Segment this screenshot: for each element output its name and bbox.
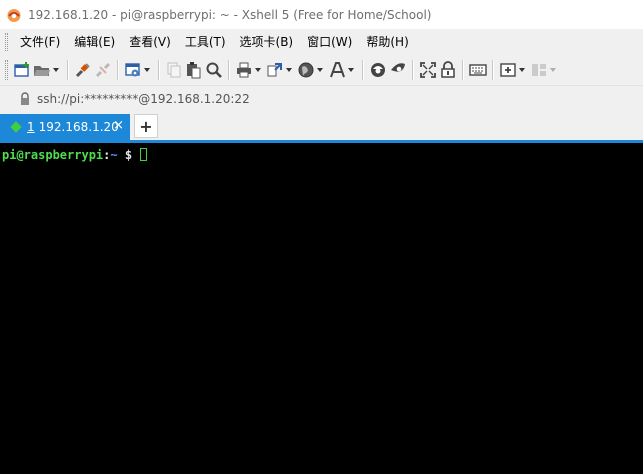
session-address[interactable]: ssh://pi:*********@192.168.1.20:22 (37, 92, 250, 106)
terminal-area[interactable]: pi@raspberrypi:~ $ (0, 143, 643, 474)
toolbar-separator (67, 60, 69, 80)
menu-bar: 文件(F) 编辑(E) 查看(V) 工具(T) 选项卡(B) 窗口(W) 帮助(… (0, 29, 643, 55)
chevron-down-icon[interactable] (286, 68, 292, 72)
print-icon (237, 62, 251, 78)
new-tab-button[interactable] (499, 58, 528, 82)
keyboard-button[interactable] (469, 58, 487, 82)
menu-tab[interactable]: 选项卡(B) (233, 32, 301, 52)
chevron-down-icon[interactable] (53, 68, 59, 72)
fullscreen-icon (420, 62, 436, 78)
find-button[interactable] (205, 58, 223, 82)
tab-host: 192.168.1.20 (38, 120, 119, 134)
font-button[interactable] (328, 58, 357, 82)
chevron-down-icon[interactable] (550, 68, 556, 72)
encoding-button[interactable] (297, 58, 326, 82)
terminal-cursor (140, 148, 148, 161)
toolbar (0, 55, 643, 85)
copy-icon (167, 62, 181, 78)
toolbar-separator (158, 60, 160, 80)
lock-icon (21, 91, 29, 105)
session-status-icon (10, 121, 22, 133)
lock-icon (441, 61, 455, 78)
xshell-app-icon[interactable] (6, 7, 22, 23)
lock-button[interactable] (439, 58, 457, 82)
open-folder-icon (34, 66, 50, 76)
menu-view[interactable]: 查看(V) (122, 32, 178, 52)
disconnect-button[interactable] (94, 58, 112, 82)
chevron-down-icon[interactable] (519, 68, 525, 72)
toolbar-separator (462, 60, 464, 80)
chevron-down-icon[interactable] (348, 68, 354, 72)
toolbar-separator (117, 60, 119, 80)
tab-number: 1 (27, 120, 35, 134)
tab-bar: 1 192.168.1.20 × + (0, 111, 643, 140)
paste-icon (187, 62, 201, 79)
close-tab-icon[interactable]: × (113, 118, 124, 133)
chevron-down-icon[interactable] (255, 68, 261, 72)
prompt-path: ~ (110, 148, 118, 162)
menu-window[interactable]: 窗口(W) (300, 32, 359, 52)
menu-grip[interactable] (5, 33, 8, 51)
xftp-icon (371, 63, 385, 77)
transfer-icon (267, 63, 282, 77)
title-bar: 192.168.1.20 - pi@raspberrypi: ~ - Xshel… (0, 0, 643, 29)
tab-session-1[interactable]: 1 192.168.1.20 × (0, 114, 130, 140)
chevron-down-icon[interactable] (317, 68, 323, 72)
toolbar-separator (492, 60, 494, 80)
xmanager-button[interactable] (389, 58, 407, 82)
toolbar-separator (362, 60, 364, 80)
toolbar-grip[interactable] (5, 60, 8, 80)
layout-button[interactable] (530, 58, 559, 82)
menu-help[interactable]: 帮助(H) (359, 32, 415, 52)
open-session-button[interactable] (33, 58, 62, 82)
connect-icon (75, 63, 90, 78)
globe-icon (298, 62, 314, 78)
window-title: 192.168.1.20 - pi@raspberrypi: ~ - Xshel… (28, 7, 432, 22)
new-session-button[interactable] (13, 58, 31, 82)
xftp-button[interactable] (369, 58, 387, 82)
chevron-down-icon[interactable] (144, 68, 150, 72)
transfer-button[interactable] (266, 58, 295, 82)
menu-file[interactable]: 文件(F) (13, 32, 67, 52)
layout-icon (532, 64, 546, 76)
copy-button[interactable] (165, 58, 183, 82)
session-properties-icon (125, 63, 140, 77)
session-properties-button[interactable] (124, 58, 153, 82)
address-bar: ssh://pi:*********@192.168.1.20:22 (0, 85, 643, 111)
fullscreen-button[interactable] (419, 58, 437, 82)
keyboard-icon (469, 64, 487, 76)
new-session-icon (14, 62, 29, 77)
connect-button[interactable] (74, 58, 92, 82)
menu-edit[interactable]: 编辑(E) (67, 32, 122, 52)
paste-button[interactable] (185, 58, 203, 82)
menu-tools[interactable]: 工具(T) (178, 32, 233, 52)
find-icon (206, 62, 222, 78)
add-tab-button[interactable]: + (134, 114, 158, 138)
toolbar-separator (412, 60, 414, 80)
xmanager-icon (391, 63, 405, 72)
shell-prompt: pi@raspberrypi:~ $ (2, 148, 148, 162)
prompt-user-host: pi@raspberrypi (2, 148, 104, 162)
toolbar-separator (228, 60, 230, 80)
new-tab-icon (500, 63, 516, 77)
prompt-dollar: $ (117, 148, 140, 162)
print-button[interactable] (235, 58, 264, 82)
font-icon (330, 62, 345, 78)
disconnect-icon (95, 62, 111, 78)
tab-label: 1 192.168.1.20 (27, 120, 119, 134)
